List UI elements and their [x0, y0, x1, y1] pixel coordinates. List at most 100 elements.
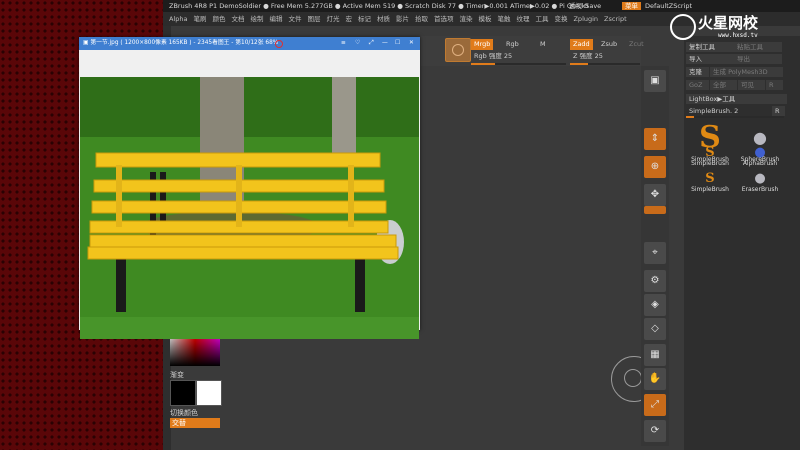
r2-button[interactable]: R — [772, 106, 785, 116]
bpr-button[interactable]: ▣ — [644, 70, 666, 92]
tool-palette: 复制工具 粘贴工具 导入 导出 克隆 生成 PolyMesh3D GoZ 全部 … — [684, 36, 800, 450]
menu-item-10[interactable]: 标记 — [358, 12, 371, 26]
document-canvas[interactable] — [426, 66, 657, 444]
menu-item-17[interactable]: 笔触 — [497, 12, 510, 26]
visible-button[interactable]: 可见 — [738, 80, 765, 90]
gradient-label[interactable]: 渐变 — [170, 370, 184, 380]
xyz-button[interactable]: ◇ — [644, 318, 666, 340]
menu-item-0[interactable]: Alpha — [169, 12, 187, 26]
secondary-color-swatch[interactable] — [196, 380, 222, 406]
bench-photo — [80, 77, 419, 339]
menu-item-13[interactable]: 拾取 — [415, 12, 428, 26]
rgb-intensity-label[interactable]: Rgb 强度 25 — [471, 51, 515, 62]
color-panel: 渐变 切换颜色 交替 — [168, 330, 224, 450]
floor-button[interactable]: ⚙ — [644, 270, 666, 292]
brush-thumb-2[interactable]: S SimpleBrush — [688, 146, 732, 172]
rgb-button[interactable]: Rgb — [503, 39, 522, 50]
zcut-button[interactable]: Zcut — [626, 39, 647, 50]
local-button[interactable]: ◈ — [644, 294, 666, 316]
brush-label: AlphaBrush — [742, 160, 778, 167]
make-polymesh-button[interactable]: 生成 PolyMesh3D — [710, 67, 783, 77]
lightbox-tools-button[interactable]: LightBox▶工具 — [686, 94, 787, 104]
sphere-icon: ● — [754, 171, 766, 186]
pin-icon[interactable]: ♡ — [355, 37, 360, 50]
mrgb-button[interactable]: Mrgb — [471, 39, 494, 50]
scale-button[interactable]: ⤢ — [644, 394, 666, 416]
close-icon[interactable]: ✕ — [409, 37, 414, 50]
menu-button[interactable]: 菜单 — [622, 2, 641, 10]
brand-name: 火星网校 — [698, 14, 759, 32]
menu-item-6[interactable]: 文件 — [288, 12, 301, 26]
draw-size-dial[interactable] — [445, 38, 471, 62]
r-button[interactable]: R — [766, 80, 783, 90]
z-intensity-label[interactable]: Z 强度 25 — [570, 51, 606, 62]
all-button[interactable]: 全部 — [710, 80, 737, 90]
m-button[interactable]: M — [537, 39, 549, 50]
menu-item-21[interactable]: Zplugin — [573, 12, 598, 26]
tool-slider[interactable] — [686, 116, 784, 118]
zoom-button[interactable]: ⊕ — [644, 156, 666, 178]
z-intensity-slider[interactable] — [570, 63, 640, 65]
frame-button[interactable]: ▦ — [644, 344, 666, 366]
zsub-button[interactable]: Zsub — [598, 39, 620, 50]
menu-item-19[interactable]: 工具 — [535, 12, 548, 26]
menu-item-15[interactable]: 渲染 — [459, 12, 472, 26]
paste-tool-button[interactable]: 粘贴工具 — [734, 42, 782, 52]
menu-item-11[interactable]: 材质 — [377, 12, 390, 26]
brush-thumb-3[interactable]: ● AlphaBrush — [738, 146, 782, 172]
rotate-icon[interactable] — [624, 369, 642, 387]
rotate-button[interactable]: ⟳ — [644, 420, 666, 442]
brand-url: www.hxsd.tv — [718, 32, 758, 39]
menu-item-8[interactable]: 灯光 — [326, 12, 339, 26]
menu-item-18[interactable]: 纹理 — [516, 12, 529, 26]
bench-image — [80, 77, 419, 339]
alternate-button[interactable]: 交替 — [170, 418, 220, 428]
main-color-swatch[interactable] — [170, 380, 196, 406]
fullscreen-icon[interactable]: ⤢ — [369, 37, 374, 50]
current-tool-label[interactable]: SimpleBrush. 2 — [686, 106, 773, 116]
maximize-icon[interactable]: ☐ — [395, 37, 400, 50]
menu-item-20[interactable]: 变换 — [554, 12, 567, 26]
sphere-icon: ● — [754, 145, 766, 160]
menu-item-2[interactable]: 颜色 — [212, 12, 225, 26]
s-brush-icon: S — [705, 145, 715, 160]
actual-button[interactable]: ✥ — [644, 184, 666, 206]
transparency-label[interactable]: 透视 0 — [569, 0, 588, 12]
title-bar: ZBrush 4R8 P1 DemoSoldier ● Free Mem 5.2… — [163, 0, 800, 12]
persp-button[interactable]: ⌖ — [644, 242, 666, 264]
brush-thumb-4[interactable]: S SimpleBrush — [688, 172, 732, 198]
menu-item-3[interactable]: 文档 — [231, 12, 244, 26]
menu-item-9[interactable]: 宏 — [345, 12, 352, 26]
menu-item-16[interactable]: 模板 — [478, 12, 491, 26]
switch-color-button[interactable]: 切换颜色 — [170, 408, 198, 418]
menu-icon[interactable]: ≡ — [341, 37, 346, 50]
zadd-button[interactable]: Zadd — [570, 39, 593, 50]
brush-label: EraserBrush — [741, 186, 779, 193]
brush-thumb-5[interactable]: ● EraserBrush — [738, 172, 782, 198]
import-button[interactable]: 导入 — [686, 54, 734, 64]
cursor-marker — [275, 40, 283, 48]
watermark: 火星网校 www.hxsd.tv — [670, 12, 798, 42]
menu-item-14[interactable]: 首选项 — [434, 12, 454, 26]
image-icon: ▣ — [83, 40, 89, 46]
menu-item-1[interactable]: 笔刷 — [193, 12, 206, 26]
draw-toolbar: Mrgb Rgb M Zadd Zsub Zcut Rgb 强度 25 Z 强度… — [421, 36, 644, 66]
menu-item-7[interactable]: 图层 — [307, 12, 320, 26]
menu-item-12[interactable]: 影片 — [396, 12, 409, 26]
default-script[interactable]: DefaultZScript — [645, 0, 692, 12]
move-button[interactable]: ✋ — [644, 368, 666, 390]
viewer-title: 第一节.jpg ( 1200×800像素 165KB ) - 2345看图王 -… — [90, 40, 279, 46]
menu-item-5[interactable]: 编辑 — [269, 12, 282, 26]
image-viewer-window: ▣ 第一节.jpg ( 1200×800像素 165KB ) - 2345看图王… — [79, 37, 420, 339]
menu-item-22[interactable]: Zscript — [604, 12, 627, 26]
clone-button[interactable]: 克隆 — [686, 67, 709, 77]
scroll-button[interactable]: ⇕ — [644, 128, 666, 150]
export-button[interactable]: 导出 — [734, 54, 782, 64]
rgb-intensity-slider[interactable] — [471, 63, 566, 65]
menu-item-4[interactable]: 绘制 — [250, 12, 263, 26]
copy-tool-button[interactable]: 复制工具 — [686, 42, 734, 52]
minimize-icon[interactable]: — — [382, 37, 388, 50]
aahalf-button[interactable] — [644, 206, 666, 214]
circle-icon — [452, 44, 464, 56]
goz-button[interactable]: GoZ — [686, 80, 709, 90]
